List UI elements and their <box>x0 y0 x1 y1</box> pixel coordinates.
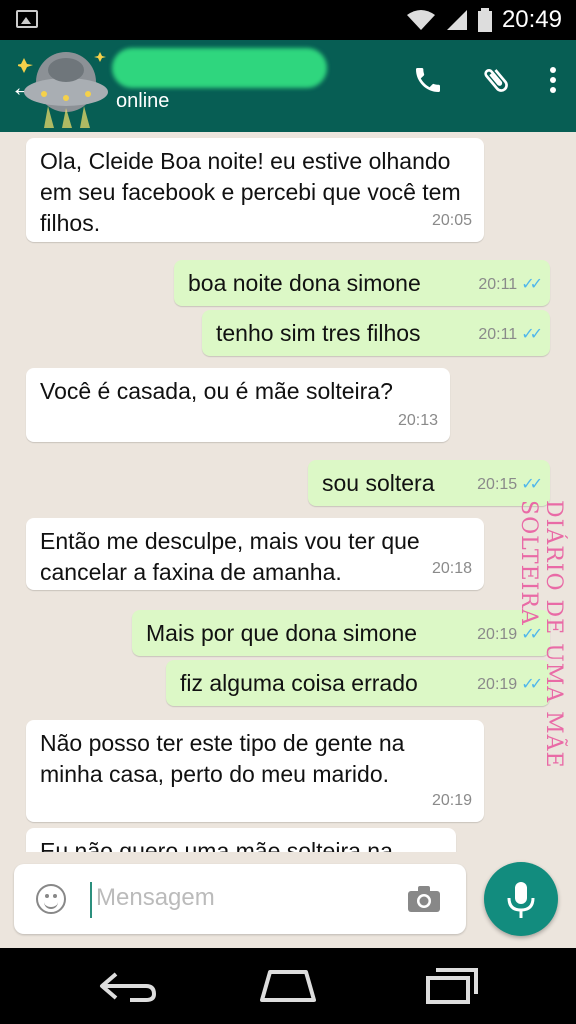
watermark-text: DIÁRIO DE UMA MÃE SOLTEIRA <box>516 500 566 769</box>
read-receipt-icon: ✓✓ <box>521 326 543 343</box>
message-input[interactable]: Mensagem <box>14 864 466 934</box>
status-icons: 20:49 <box>406 6 562 34</box>
read-receipt-icon: ✓✓ <box>521 476 543 493</box>
read-receipt-icon: ✓✓ <box>521 276 543 293</box>
message-outgoing[interactable]: fiz alguma coisa errado 20:19 ✓✓ <box>166 660 550 706</box>
recents-icon[interactable] <box>418 966 482 1006</box>
input-placeholder: Mensagem <box>96 884 215 911</box>
contact-status: online <box>116 90 170 112</box>
chat-area[interactable]: Ola, Cleide Boa noite! eu estive olhando… <box>0 132 576 852</box>
chat-header: ← online <box>0 40 576 132</box>
home-icon[interactable] <box>256 966 320 1006</box>
message-text: Ola, Cleide Boa noite! eu estive olhando… <box>40 148 461 236</box>
message-text: Eu não quero uma mãe solteira na <box>40 838 393 852</box>
mic-icon <box>507 882 535 918</box>
wifi-icon <box>406 10 435 30</box>
message-text: tenho sim tres filhos <box>216 320 421 346</box>
more-vert-icon[interactable] <box>548 64 558 96</box>
message-text: fiz alguma coisa errado <box>180 670 418 696</box>
message-time: 20:11 ✓✓ <box>478 326 543 343</box>
message-outgoing[interactable]: boa noite dona simone 20:11 ✓✓ <box>174 260 550 306</box>
message-incoming[interactable]: Então me desculpe, mais vou ter que canc… <box>26 518 484 590</box>
message-text: Mais por que dona simone <box>146 620 418 646</box>
message-text: sou soltera <box>322 470 435 496</box>
message-text: Você é casada, ou é mãe solteira? <box>40 378 393 404</box>
message-text: boa noite dona simone <box>188 270 421 296</box>
message-text: Não posso ter este tipo de gente na minh… <box>40 730 405 787</box>
message-incoming[interactable]: Ola, Cleide Boa noite! eu estive olhando… <box>26 138 484 242</box>
text-cursor <box>90 882 92 918</box>
status-bar: 20:49 <box>0 0 576 40</box>
input-bar: Mensagem <box>0 852 576 948</box>
header-actions <box>412 64 558 96</box>
navigation-bar <box>0 948 576 1024</box>
mic-button[interactable] <box>484 862 558 936</box>
emoji-icon[interactable] <box>36 884 66 914</box>
camera-icon[interactable] <box>408 886 440 912</box>
signal-icon <box>446 10 467 30</box>
image-notification-icon <box>16 10 38 28</box>
message-incoming-partial[interactable]: Eu não quero uma mãe solteira na <box>26 828 456 852</box>
message-time: 20:15 ✓✓ <box>477 476 543 493</box>
message-outgoing[interactable]: sou soltera 20:15 ✓✓ <box>308 460 550 506</box>
message-outgoing[interactable]: tenho sim tres filhos 20:11 ✓✓ <box>202 310 550 356</box>
message-time: 20:11 ✓✓ <box>478 276 543 293</box>
message-outgoing[interactable]: Mais por que dona simone 20:19 ✓✓ <box>132 610 550 656</box>
back-nav-icon[interactable] <box>96 966 160 1006</box>
battery-icon <box>477 8 492 32</box>
contact-name-redacted[interactable] <box>112 48 327 88</box>
phone-icon[interactable] <box>412 64 444 96</box>
avatar[interactable] <box>18 48 116 128</box>
paperclip-icon[interactable] <box>480 64 512 96</box>
message-incoming[interactable]: Você é casada, ou é mãe solteira? 20:13 <box>26 368 450 442</box>
message-text: Então me desculpe, mais vou ter que canc… <box>40 528 420 585</box>
message-time: 20:05 <box>431 212 472 229</box>
message-time: 20:13 <box>397 412 438 429</box>
status-time: 20:49 <box>501 6 562 33</box>
message-time: 20:19 <box>431 792 472 809</box>
message-time: 20:18 <box>431 560 472 577</box>
message-incoming[interactable]: Não posso ter este tipo de gente na minh… <box>26 720 484 822</box>
